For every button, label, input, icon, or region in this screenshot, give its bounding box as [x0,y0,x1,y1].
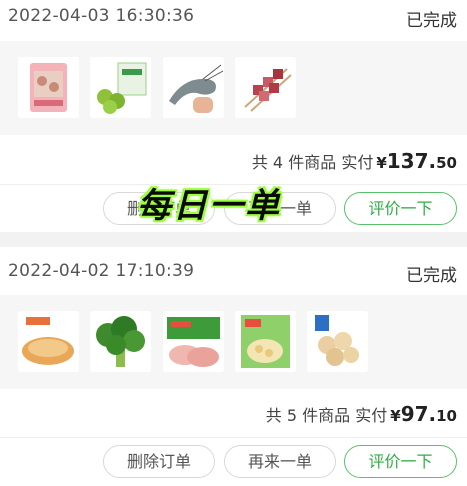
order-summary: 共 4 件商品 实付 ¥137.50 [252,149,457,173]
item-count-prefix: 共 [265,406,282,425]
item-count-prefix: 共 [251,153,268,172]
currency-symbol: ¥ [376,154,387,172]
snack-package-icon[interactable] [18,57,79,118]
amount-integer: 137. [386,149,437,173]
broccoli-icon[interactable] [90,311,151,372]
item-count: 5 [286,406,298,425]
order-datetime: 2022-04-02 17:10:39 [8,261,195,281]
item-count-suffix: 件商品 [288,153,337,172]
order-card: 2022-04-02 17:10:39 已完成 共 5 件商品 实付 ¥97.10… [0,247,467,486]
amount-decimal: 50 [436,154,457,172]
order-status: 已完成 [406,11,457,31]
overlay-caption: 每日一单 [137,186,281,226]
product-thumbnails[interactable] [0,41,467,135]
green-fruit-box-icon[interactable] [90,57,151,118]
pastry-icon[interactable] [18,311,79,372]
divider [0,437,467,438]
reorder-button[interactable]: 再来一单 [224,445,336,478]
item-count: 4 [272,153,284,172]
amount-decimal: 10 [436,407,457,425]
review-button[interactable]: 评价一下 [344,192,457,225]
shrimp-icon[interactable] [163,57,224,118]
item-count-suffix: 件商品 [302,406,351,425]
amount-integer: 97. [400,402,437,426]
order-summary: 共 5 件商品 实付 ¥97.10 [266,402,457,426]
delete-order-button[interactable]: 删除订单 [103,445,215,478]
lamb-skewers-icon[interactable] [235,57,296,118]
paid-label: 实付 [355,406,388,425]
dumpling-bag-icon[interactable] [235,311,296,372]
order-status: 已完成 [406,266,457,286]
order-datetime: 2022-04-03 16:30:36 [8,6,195,26]
paid-label: 实付 [341,153,374,172]
currency-symbol: ¥ [390,407,401,425]
product-thumbnails[interactable] [0,295,467,389]
fish-balls-icon[interactable] [307,311,368,372]
order-separator [0,232,467,247]
review-button[interactable]: 评价一下 [344,445,457,478]
ham-slices-icon[interactable] [163,311,224,372]
